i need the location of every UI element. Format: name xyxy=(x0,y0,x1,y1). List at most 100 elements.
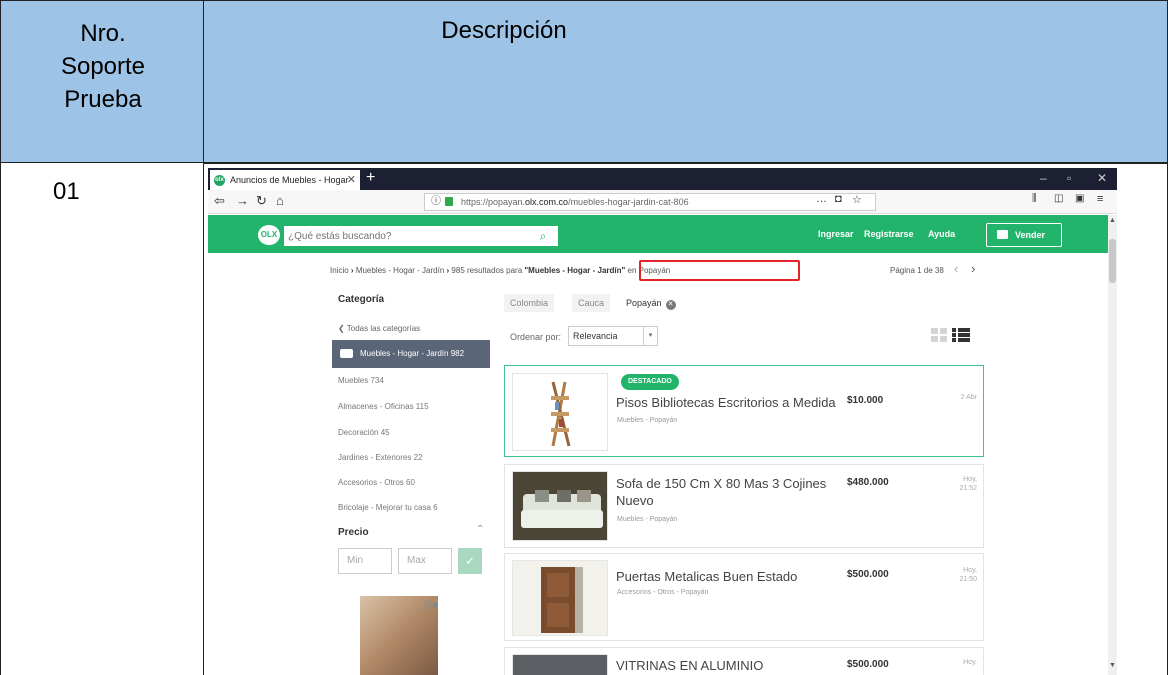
sidebar-active-label: Muebles - Hogar - Jardín 982 xyxy=(360,349,465,358)
listing-price: $480.000 xyxy=(847,477,889,488)
sidebar-item-decoracion[interactable]: Decoración 45 xyxy=(338,428,390,437)
browser-titlebar: olx Anuncios de Muebles - Hogar ✕ + – ▫ … xyxy=(208,168,1117,190)
listing-date: Hoy, xyxy=(963,659,977,666)
menu-icon[interactable]: ≡ xyxy=(1097,193,1103,205)
olx-logo[interactable]: OLX xyxy=(258,225,280,245)
browser-screenshot: olx Anuncios de Muebles - Hogar ✕ + – ▫ … xyxy=(208,168,1117,675)
page-scrollbar[interactable]: ▲ ▼ xyxy=(1108,215,1117,675)
listing-title[interactable]: Puertas Metalicas Buen Estado xyxy=(616,568,846,585)
listing-item[interactable]: Sofa de 150 Cm X 80 Mas 3 Cojines Nuevo … xyxy=(504,464,984,548)
chevron-down-icon: ▾ xyxy=(643,327,657,345)
new-tab-icon[interactable]: + xyxy=(366,169,375,187)
all-categories-link[interactable]: ❮ Todas las categorías xyxy=(338,324,420,333)
chevron-up-icon[interactable]: ⌃ xyxy=(476,524,484,535)
search-icon[interactable]: ⌕ xyxy=(528,226,558,246)
sidebar-title: Categoría xyxy=(338,294,385,305)
listing-time: 21:52 xyxy=(959,485,977,492)
info-icon[interactable]: ⓘ xyxy=(431,194,441,210)
header-description-cell: Descripción xyxy=(204,0,1168,163)
prev-page-icon[interactable]: ‹ xyxy=(954,261,958,276)
back-icon[interactable]: ⇦ xyxy=(214,193,225,209)
list-view-icon[interactable] xyxy=(952,328,970,342)
sort-value: Relevancia xyxy=(573,331,618,341)
listing-title[interactable]: Pisos Bibliotecas Escritorios a Medida xyxy=(616,394,846,411)
breadcrumb: Inicio › Muebles - Hogar - Jardín › 985 … xyxy=(330,266,670,275)
next-page-icon[interactable]: › xyxy=(971,261,975,276)
sidebar-item-jardines[interactable]: Jardines - Exteriores 22 xyxy=(338,453,422,462)
breadcrumb-home[interactable]: Inicio xyxy=(330,266,349,275)
listing-day: Hoy, xyxy=(963,567,977,574)
browser-tab[interactable]: olx Anuncios de Muebles - Hogar ✕ xyxy=(210,170,360,190)
sidebar-item-bricolaje[interactable]: Bricolaje - Mejorar tu casa 6 xyxy=(338,503,438,512)
search-input[interactable] xyxy=(284,226,558,246)
sofa-icon xyxy=(340,349,353,358)
listing-price: $10.000 xyxy=(847,395,884,406)
header-description-label: Descripción xyxy=(441,17,567,44)
pagination-label: Página 1 de 38 xyxy=(890,266,944,275)
reload-icon[interactable]: ↻ xyxy=(256,193,267,209)
sofa-image xyxy=(513,472,607,540)
register-link[interactable]: Registrarse xyxy=(864,229,914,239)
bookmark-star-icon[interactable]: ☆ xyxy=(852,193,862,206)
olx-header: OLX ⌕ Ingresar Registrarse Ayuda Vender xyxy=(208,215,1108,253)
advertisement-image[interactable]: ⓘ✕ xyxy=(360,596,439,675)
scroll-thumb[interactable] xyxy=(1109,239,1116,283)
chip-popayan-label: Popayán xyxy=(626,298,662,308)
login-link[interactable]: Ingresar xyxy=(818,229,854,239)
lock-icon xyxy=(445,197,453,206)
listing-date: Hoy, 21:50 xyxy=(959,566,977,584)
help-link[interactable]: Ayuda xyxy=(928,229,955,239)
restore-icon[interactable]: ▫ xyxy=(1067,171,1071,185)
listing-category: Muebles - Popayán xyxy=(617,417,678,424)
listing-item[interactable]: DESTACADO Pisos Bibliotecas Escritorios … xyxy=(504,365,984,457)
listing-thumbnail[interactable] xyxy=(512,654,608,675)
scroll-up-icon[interactable]: ▲ xyxy=(1109,217,1116,224)
sell-button[interactable]: Vender xyxy=(986,223,1062,247)
listing-item[interactable]: VITRINAS EN ALUMINIO $500.000 Hoy, xyxy=(504,647,984,675)
browser-navbar: ⇦ → ↻ ⌂ ⓘ https://popayan.olx.com.co/mue… xyxy=(208,190,1117,214)
header-line-2: Soporte xyxy=(60,53,146,80)
listing-price: $500.000 xyxy=(847,569,889,580)
home-icon[interactable]: ⌂ xyxy=(276,193,284,208)
header-line-1: Nro. xyxy=(80,20,126,47)
sidebar-item-accesorios[interactable]: Accesorios - Otros 60 xyxy=(338,478,415,487)
chip-cauca[interactable]: Cauca xyxy=(572,294,611,312)
tab-title: Anuncios de Muebles - Hogar xyxy=(230,175,349,185)
sell-label: Vender xyxy=(1015,230,1046,240)
price-min-input[interactable]: Min xyxy=(338,548,392,574)
chevron-left-icon: ❮ xyxy=(338,324,347,333)
address-bar[interactable]: ⓘ https://popayan.olx.com.co/muebles-hog… xyxy=(424,193,876,211)
sidebar-item-almacenes[interactable]: Almacenes - Oficinas 115 xyxy=(338,402,429,411)
breadcrumb-category[interactable]: Muebles - Hogar - Jardín xyxy=(356,266,444,275)
library-icon[interactable]: ⫼ xyxy=(1032,193,1037,204)
close-tab-icon[interactable]: ✕ xyxy=(347,170,356,190)
minimize-icon[interactable]: – xyxy=(1040,171,1047,185)
sort-select[interactable]: Relevancia ▾ xyxy=(568,326,658,346)
listing-item[interactable]: Puertas Metalicas Buen Estado Accesorios… xyxy=(504,553,984,641)
grid-view-icon[interactable] xyxy=(931,328,947,342)
listing-price: $500.000 xyxy=(847,659,889,670)
ad-choices-icon[interactable]: ⓘ✕ xyxy=(424,600,439,611)
pocket-icon[interactable]: ◘ xyxy=(835,193,842,205)
sidebar-item-muebles[interactable]: Muebles 734 xyxy=(338,376,384,385)
listing-thumbnail[interactable] xyxy=(512,373,608,451)
listing-title[interactable]: Sofa de 150 Cm X 80 Mas 3 Cojines Nuevo xyxy=(616,475,846,509)
chip-popayan[interactable]: Popayán ✕ xyxy=(620,294,682,312)
sidebar-item-active[interactable]: Muebles - Hogar - Jardín 982 xyxy=(332,340,490,368)
listing-thumbnail[interactable] xyxy=(512,471,608,541)
remove-filter-icon[interactable]: ✕ xyxy=(665,300,676,310)
check-icon[interactable]: ✓ xyxy=(458,548,482,574)
scroll-down-icon[interactable]: ▼ xyxy=(1109,662,1116,669)
listing-title[interactable]: VITRINAS EN ALUMINIO xyxy=(616,657,846,674)
olx-favicon-icon: olx xyxy=(214,175,225,186)
window-close-icon[interactable]: ✕ xyxy=(1097,171,1107,185)
price-max-input[interactable]: Max xyxy=(398,548,452,574)
url-prefix: https://popayan. xyxy=(461,197,526,207)
forward-icon[interactable]: → xyxy=(236,193,249,208)
header-line-3: Prueba xyxy=(64,86,142,113)
chip-colombia[interactable]: Colombia xyxy=(504,294,555,312)
sidebar-icon[interactable]: ◫ xyxy=(1054,193,1063,204)
page-actions-icon[interactable]: … xyxy=(816,193,827,205)
screenshot-icon[interactable]: ▣ xyxy=(1075,193,1084,204)
listing-thumbnail[interactable] xyxy=(512,560,608,636)
